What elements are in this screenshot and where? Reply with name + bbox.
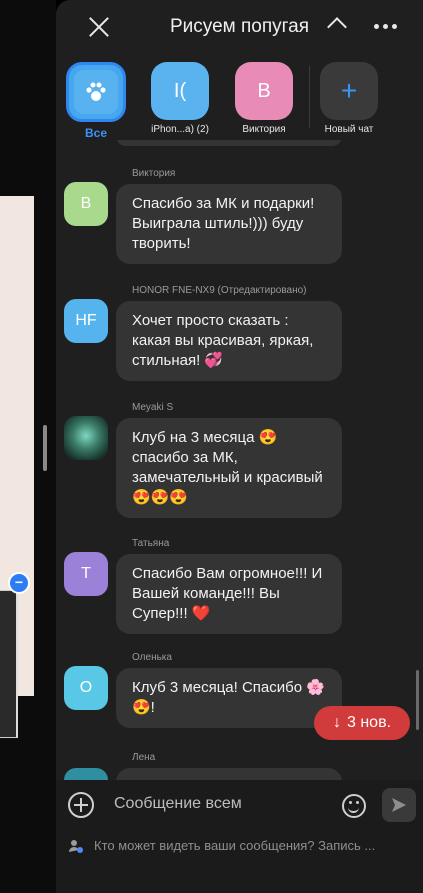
avatar[interactable]: Т bbox=[64, 552, 108, 596]
sender-name: Виктория bbox=[132, 168, 176, 179]
filter-label: Новый чат bbox=[324, 124, 374, 135]
new-chat-button[interactable]: + Новый чат bbox=[309, 62, 389, 135]
filter-label: Все bbox=[84, 126, 107, 140]
send-icon bbox=[392, 798, 406, 812]
avatar: В bbox=[235, 62, 293, 120]
arrow-down-icon: ↓ bbox=[332, 714, 341, 731]
new-messages-button[interactable]: ↓ 3 нов. bbox=[314, 706, 410, 740]
person-lock-icon bbox=[68, 838, 84, 854]
avatar[interactable]: О bbox=[64, 666, 108, 710]
resize-handle[interactable] bbox=[43, 425, 47, 471]
sender-name: Оленька bbox=[132, 652, 172, 663]
avatar[interactable] bbox=[64, 416, 108, 460]
sender-name: Meyaki S bbox=[132, 402, 174, 413]
sender-name: HONOR FNE-NX9 (Отредактировано) bbox=[132, 285, 307, 296]
message-input[interactable]: Сообщение всем bbox=[114, 795, 242, 813]
chat-header: Рисуем попугая bbox=[56, 0, 423, 56]
filter-viktoria[interactable]: В Виктория bbox=[224, 62, 304, 135]
minimize-icon[interactable]: − bbox=[8, 572, 30, 594]
emoji-icon[interactable] bbox=[342, 794, 366, 818]
sender-name: Татьяна bbox=[132, 538, 170, 549]
sender-name: Лена bbox=[132, 752, 156, 763]
filter-iphone[interactable]: I( iPhon...а) (2) bbox=[140, 62, 220, 135]
filter-label: Виктория bbox=[242, 124, 286, 135]
message-bubble[interactable] bbox=[116, 768, 342, 780]
avatar[interactable] bbox=[64, 768, 108, 780]
filter-label: iPhon...а) (2) bbox=[151, 124, 209, 135]
message-bubble[interactable]: Клуб 3 месяца! Спасибо 🌸😍! bbox=[116, 668, 342, 728]
more-options-icon[interactable] bbox=[374, 24, 397, 29]
chevron-up-icon[interactable] bbox=[327, 17, 347, 37]
message-bubble[interactable]: Клуб на 3 месяца 😍 спасибо за МК, замеча… bbox=[116, 418, 342, 518]
chat-filter-bar: Все I( iPhon...а) (2) В Виктория + Новый… bbox=[56, 62, 423, 140]
avatar[interactable]: HF bbox=[64, 299, 108, 343]
add-attachment-icon[interactable] bbox=[68, 792, 94, 818]
chat-title: Рисуем попугая bbox=[170, 16, 309, 37]
filter-all[interactable]: Все bbox=[56, 62, 136, 140]
message-bubble[interactable]: Спасибо Вам огромное!!! И Вашей команде!… bbox=[116, 554, 342, 634]
message-bubble-partial bbox=[116, 140, 342, 146]
message-list[interactable]: Виктория В Спасибо за МК и подарки! Выиг… bbox=[56, 140, 423, 780]
close-icon[interactable] bbox=[88, 16, 110, 38]
chat-panel: Рисуем попугая Все I( iPhon...а) (2) В В… bbox=[56, 0, 423, 893]
visibility-note[interactable]: Кто может видеть ваши сообщения? Запись … bbox=[94, 838, 375, 853]
paw-icon bbox=[74, 70, 118, 114]
scrollbar[interactable] bbox=[416, 670, 419, 730]
message-bubble[interactable]: Спасибо за МК и подарки! Выиграла штиль!… bbox=[116, 184, 342, 264]
avatar: I( bbox=[151, 62, 209, 120]
plus-icon: + bbox=[320, 62, 378, 120]
new-messages-count: 3 нов. bbox=[346, 714, 392, 731]
divider bbox=[309, 66, 310, 128]
avatar[interactable]: В bbox=[64, 182, 108, 226]
video-tile-secondary bbox=[0, 590, 18, 738]
composer: Сообщение всем Кто может видеть ваши соо… bbox=[56, 780, 423, 893]
message-bubble[interactable]: Хочет просто сказать : какая вы красивая… bbox=[116, 301, 342, 381]
send-button[interactable] bbox=[382, 788, 416, 822]
